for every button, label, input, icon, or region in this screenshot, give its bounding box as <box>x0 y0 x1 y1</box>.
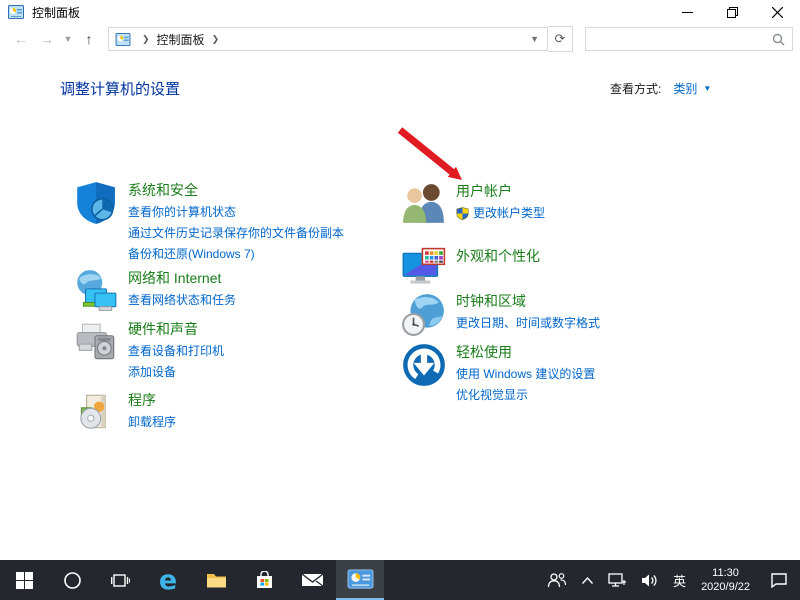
page-title: 调整计算机的设置 <box>60 78 180 99</box>
category-title[interactable]: 程序 <box>128 390 176 410</box>
printer-speaker-icon <box>72 319 120 365</box>
task-view-button[interactable] <box>96 560 144 600</box>
task-link[interactable]: 更改日期、时间或数字格式 <box>456 313 600 334</box>
shield-icon <box>72 180 120 226</box>
up-button[interactable]: ↑ <box>76 26 102 52</box>
navigation-toolbar: ← → ▼ ↑ ❯ 控制面板 ❯ ▼ ⟳ <box>0 24 800 54</box>
maximize-button[interactable] <box>710 0 755 24</box>
clock-date: 2020/9/22 <box>701 580 750 594</box>
control-panel-icon <box>8 5 24 19</box>
network-globe-icon <box>72 268 120 314</box>
category-programs: 程序 卸载程序 <box>72 390 407 436</box>
hidden-icons-chevron-icon[interactable] <box>574 560 601 600</box>
taskbar: e 英 11:30 <box>0 560 800 600</box>
search-input[interactable] <box>586 32 772 46</box>
edge-browser-button[interactable]: e <box>144 560 192 600</box>
title-bar: 控制面板 <box>0 0 800 24</box>
volume-icon[interactable] <box>634 560 666 600</box>
task-link[interactable]: 查看网络状态和任务 <box>128 290 236 311</box>
category-user-accounts: 用户帐户 更改帐户类型 <box>400 181 735 227</box>
category-title[interactable]: 网络和 Internet <box>128 268 236 288</box>
taskbar-clock[interactable]: 11:30 2020/9/22 <box>693 560 758 600</box>
task-link[interactable]: 使用 Windows 建议的设置 <box>456 364 595 385</box>
task-link[interactable]: 卸载程序 <box>128 412 176 433</box>
view-by-control: 查看方式: 类别 ▼ <box>610 80 711 97</box>
breadcrumb[interactable]: 控制面板 <box>157 31 205 48</box>
control-panel-home: 调整计算机的设置 查看方式: 类别 ▼ 系统和安全 查看你的计算机状态 通过文件… <box>0 54 800 560</box>
category-hardware-and-sound: 硬件和声音 查看设备和打印机 添加设备 <box>72 319 407 383</box>
close-button[interactable] <box>755 0 800 24</box>
search-box <box>585 27 793 51</box>
address-bar[interactable]: ❯ 控制面板 ❯ ▼ <box>108 27 548 51</box>
task-link[interactable]: 查看你的计算机状态 <box>128 202 344 223</box>
people-icon[interactable] <box>540 560 574 600</box>
category-title[interactable]: 轻松使用 <box>456 342 595 362</box>
task-link[interactable]: 备份和还原(Windows 7) <box>128 244 344 265</box>
microsoft-store-button[interactable] <box>240 560 288 600</box>
cortana-search-button[interactable] <box>48 560 96 600</box>
system-tray: 英 11:30 2020/9/22 <box>540 560 800 600</box>
category-appearance-and-personalization: 外观和个性化 <box>400 246 735 292</box>
control-panel-icon <box>115 33 131 46</box>
breadcrumb-chevron-icon[interactable]: ❯ <box>212 34 220 45</box>
start-button[interactable] <box>0 560 48 600</box>
network-icon[interactable] <box>601 560 634 600</box>
category-network-and-internet: 网络和 Internet 查看网络状态和任务 <box>72 268 407 314</box>
control-panel-taskbar-button[interactable] <box>336 560 384 600</box>
ease-of-access-icon <box>400 342 448 388</box>
window-controls <box>665 0 800 24</box>
category-ease-of-access: 轻松使用 使用 Windows 建议的设置 优化视觉显示 <box>400 342 735 406</box>
control-panel-window: 控制面板 ← → ▼ ↑ ❯ 控制面板 ❯ ▼ ⟳ <box>0 0 800 600</box>
back-button[interactable]: ← <box>8 26 34 52</box>
file-explorer-button[interactable] <box>192 560 240 600</box>
refresh-button[interactable]: ⟳ <box>548 26 573 52</box>
uac-shield-icon <box>456 207 469 220</box>
address-dropdown-icon[interactable]: ▼ <box>530 34 539 44</box>
task-link[interactable]: 优化视觉显示 <box>456 385 595 406</box>
category-title[interactable]: 用户帐户 <box>456 181 545 201</box>
task-link[interactable]: 添加设备 <box>128 362 224 383</box>
recent-pages-dropdown-icon[interactable]: ▼ <box>60 26 76 52</box>
forward-button[interactable]: → <box>34 26 60 52</box>
breadcrumb-chevron-icon[interactable]: ❯ <box>142 34 150 45</box>
search-icon <box>772 33 785 46</box>
action-center-icon[interactable] <box>758 560 800 600</box>
task-link[interactable]: 更改帐户类型 <box>456 203 545 224</box>
ime-language-indicator[interactable]: 英 <box>666 560 693 600</box>
category-title[interactable]: 时钟和区域 <box>456 291 600 311</box>
category-title[interactable]: 外观和个性化 <box>456 246 540 266</box>
view-by-label: 查看方式: <box>610 80 661 97</box>
monitor-palette-icon <box>400 246 448 292</box>
view-by-value[interactable]: 类别 <box>673 80 697 97</box>
task-link[interactable]: 查看设备和打印机 <box>128 341 224 362</box>
category-title[interactable]: 硬件和声音 <box>128 319 224 339</box>
category-title[interactable]: 系统和安全 <box>128 180 344 200</box>
category-clock-and-region: 时钟和区域 更改日期、时间或数字格式 <box>400 291 735 337</box>
view-by-dropdown-icon[interactable]: ▼ <box>703 84 711 93</box>
globe-clock-icon <box>400 291 448 337</box>
two-users-icon <box>400 181 448 227</box>
category-system-and-security: 系统和安全 查看你的计算机状态 通过文件历史记录保存你的文件备份副本 备份和还原… <box>72 180 407 265</box>
window-title: 控制面板 <box>32 4 80 21</box>
clock-time: 11:30 <box>712 566 739 580</box>
mail-button[interactable] <box>288 560 336 600</box>
program-box-icon <box>72 390 120 436</box>
minimize-button[interactable] <box>665 0 710 24</box>
task-link[interactable]: 通过文件历史记录保存你的文件备份副本 <box>128 223 344 244</box>
